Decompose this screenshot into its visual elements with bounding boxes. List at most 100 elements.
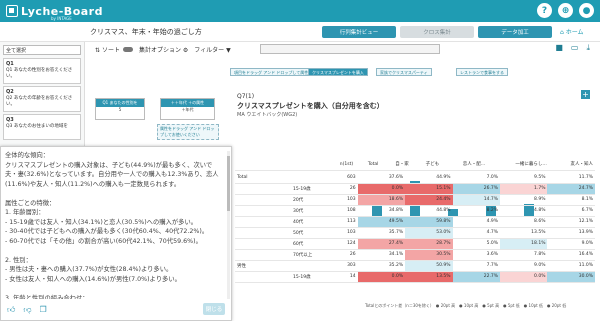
table-cell: 27.4% — [357, 238, 406, 250]
table-cell: 11.0% — [547, 260, 595, 272]
table-cell: 7.0% — [452, 172, 501, 184]
folder-icon[interactable]: ▭ — [571, 43, 579, 53]
flow-chip-restaurant[interactable]: レストランで食事をする — [456, 68, 508, 76]
table-cell: 70代以上 — [291, 249, 325, 261]
table-cell: 15-19歳 — [291, 271, 325, 283]
table-cell: 603 — [325, 172, 358, 184]
table-cell: 24.7% — [547, 183, 595, 195]
table-cell — [235, 194, 291, 206]
drop-zone[interactable]: 属性をドラッグ アンド ドロップしてお使いください — [157, 124, 219, 140]
table-row: 15-19歳 26 0.0% 15.1% 26.7% 1.7% 24.7% — [235, 183, 595, 195]
filter-button[interactable]: フィルター ▼ — [194, 45, 230, 54]
table-cell: 34.8% — [357, 205, 406, 217]
summary-line — [5, 246, 225, 256]
logo-icon — [6, 5, 18, 17]
table-cell: 12.1% — [547, 216, 595, 228]
node-gender[interactable]: Q1 あなたの性別を 5 — [95, 98, 145, 120]
scrollbar[interactable] — [227, 151, 230, 299]
filter-label: フィルター — [194, 46, 225, 54]
toggle-switch[interactable] — [122, 46, 133, 52]
tab-cross[interactable]: クロス集計 — [400, 26, 474, 38]
table-cell: 14.7% — [452, 194, 501, 206]
table-cell: 4.9% — [452, 216, 501, 228]
question-item[interactable]: Q2 Q2 あなたの年齢をお答えください。 — [3, 86, 81, 112]
sort-toggle[interactable]: ⇅ ソート — [95, 45, 133, 54]
close-button[interactable]: 閉じる — [203, 303, 225, 315]
table-cell: 50代 — [291, 227, 325, 239]
globe-icon[interactable]: ⊕ — [558, 3, 573, 18]
table-cell: 40代 — [291, 216, 325, 228]
filter-input[interactable] — [260, 44, 440, 54]
node-title: Q1 あなたの性別を — [96, 99, 144, 107]
table-cell: 0.0% — [357, 183, 406, 195]
table-header: 自・家 — [380, 159, 411, 171]
summary-line — [5, 189, 225, 199]
help-icon[interactable]: ? — [537, 3, 552, 18]
table-cell: 13.5% — [405, 271, 453, 283]
flow-chip-gift[interactable]: クリスマスプレゼントを購入 — [308, 68, 368, 76]
node-age[interactable]: ＋＋年代 ＋の属性 ＋年代 — [160, 98, 215, 120]
tab-data-process[interactable]: データ加工 — [478, 26, 552, 38]
table-cell: 37.6% — [357, 172, 406, 184]
table-cell: 20代 — [291, 194, 325, 206]
table-cell: 103 — [325, 227, 358, 239]
summary-line — [5, 284, 225, 294]
table-cell: 8.6% — [500, 216, 548, 228]
table-cell: 24.4% — [405, 194, 453, 206]
table-cell — [235, 205, 291, 217]
scroll-thumb[interactable] — [227, 156, 230, 211]
user-icon[interactable]: ● — [579, 3, 594, 18]
table-cell: 22.7% — [452, 271, 501, 283]
result-table: n(1st) Total 自・家 子ども 恋人・配… 一緒に暮らし… 友人・知人 — [235, 159, 595, 171]
table-cell: 16.4% — [547, 249, 595, 261]
toolbar: ⇅ ソート 集計オプション ⚙ フィルター ▼ ■ ▭ ⤓ — [85, 42, 600, 56]
tab-matrix-view[interactable]: 行列集計ビュー — [322, 26, 396, 38]
table-cell: 18.6% — [357, 194, 406, 206]
select-all-box[interactable]: 全て選択 — [3, 45, 81, 55]
table-header: 友人・知人 — [548, 159, 595, 171]
summary-text[interactable]: 全体的な傾向： クリスマスプレゼントの購入対象は、子ども(44.9%)が最も多く、… — [5, 151, 225, 299]
question-item[interactable]: Q3 Q3 あなたのお住まいの地域を — [3, 114, 81, 140]
node-value: ＋年代 — [181, 107, 194, 112]
copy-icon[interactable]: ❐ — [40, 305, 47, 315]
add-icon[interactable]: + — [581, 90, 590, 99]
table-cell: 44.8% — [405, 205, 453, 217]
table-cell: 3.6% — [452, 249, 501, 261]
table-header: 子ども — [410, 159, 442, 171]
node-title: ＋＋年代 ＋の属性 — [161, 99, 214, 107]
table-cell: 13.9% — [547, 227, 595, 239]
summary-line: 1. 年齢層別： — [5, 209, 45, 216]
summary-line: - 15-19歳では友人・知人(34.1%)と恋人(30.5%)への購入が多い。 — [5, 218, 198, 226]
table-header: n(1st) — [325, 159, 356, 171]
thumbs-up-icon[interactable]: 👍︎ — [7, 305, 15, 315]
question-title: クリスマスプレゼントを購入（自分用を含む） — [237, 102, 384, 110]
table-cell: 6.7% — [547, 205, 595, 217]
table-cell — [235, 216, 291, 228]
table-cell: 13.5% — [500, 227, 548, 239]
table-cell — [235, 183, 291, 195]
table-header: Total — [355, 159, 381, 171]
flow-chip-party[interactable]: 家族でクリスマスパーティ — [376, 68, 432, 76]
table-cell: 18.1% — [500, 238, 548, 250]
table-row: 50代 103 35.7% 53.0% 4.7% 13.5% 13.9% — [235, 227, 595, 239]
options-button[interactable]: 集計オプション ⚙ — [139, 45, 188, 54]
table-cell: 35.7% — [357, 227, 406, 239]
table-cell: 7.8% — [500, 249, 548, 261]
flow-row: 項目をドラッグ アンド ドロップして属性に追加 クリスマスプレゼントを購入 家族… — [230, 68, 600, 80]
save-icon[interactable]: ■ — [555, 43, 563, 53]
table-cell: 35.2% — [357, 260, 406, 272]
thumbs-down-icon[interactable]: 👎︎ — [23, 305, 31, 315]
table-cell: 113 — [325, 216, 358, 228]
table-cell: 15-19歳 — [291, 183, 325, 195]
table-header: 一緒に暮らし… — [487, 159, 549, 171]
home-link[interactable]: ⌂ ホーム — [560, 27, 584, 36]
table-row: 40代 113 49.5% 59.8% 4.9% 8.6% 12.1% — [235, 216, 595, 228]
table-row: 20代 103 18.6% 24.4% 14.7% 8.9% 8.1% — [235, 194, 595, 206]
table-cell: 53.0% — [405, 227, 453, 239]
question-item[interactable]: Q1 Q1 あなたの性別をお答えください。 — [3, 58, 81, 84]
sort-label: ソート — [101, 46, 120, 54]
download-icon[interactable]: ⤓ — [586, 43, 590, 53]
table-cell: 30代 — [291, 205, 325, 217]
table-header-row: n(1st) Total 自・家 子ども 恋人・配… 一緒に暮らし… 友人・知人 — [235, 159, 595, 171]
table-cell: 49.5% — [357, 216, 406, 228]
